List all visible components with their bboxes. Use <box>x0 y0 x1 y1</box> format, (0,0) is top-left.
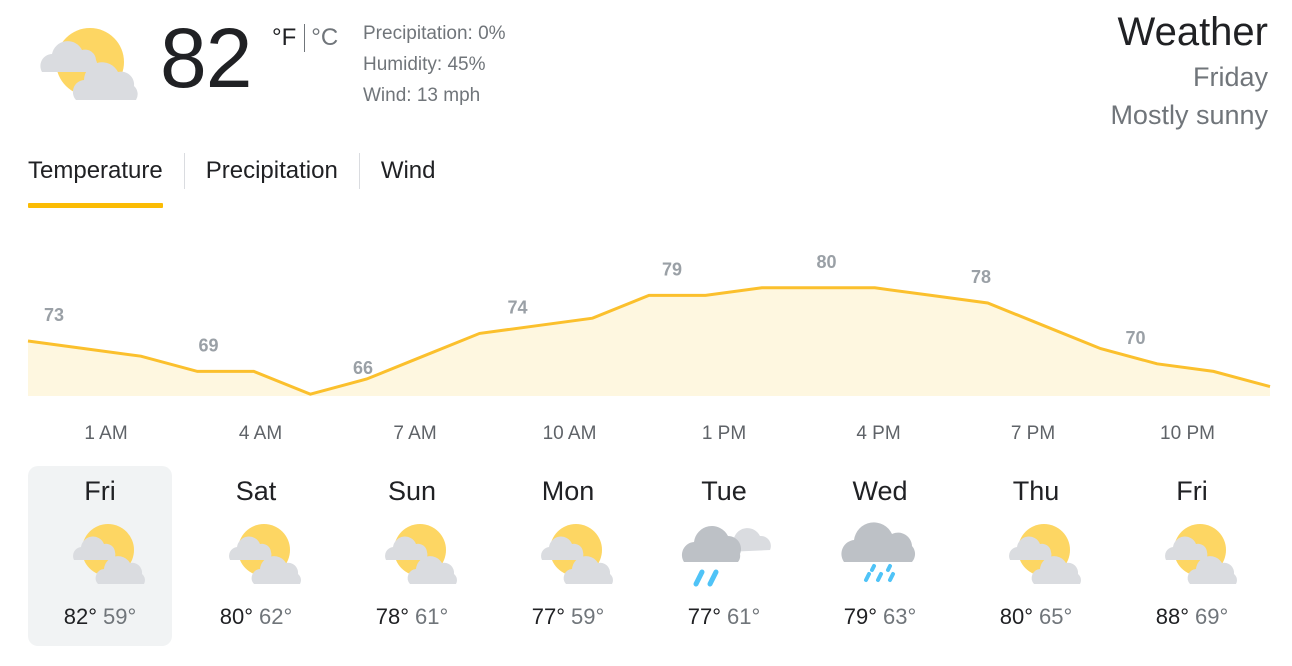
chart-time-label: 4 PM <box>856 423 900 444</box>
partly-sunny-icon <box>229 524 301 584</box>
tab-wind[interactable]: Wind <box>381 146 436 208</box>
partly-sunny-icon <box>73 524 145 584</box>
unit-divider <box>304 24 306 52</box>
day-name: Tue <box>701 476 747 506</box>
day-low: 63° <box>883 604 917 629</box>
day-low: 61° <box>415 604 449 629</box>
chart-time-label: 10 AM <box>543 423 597 444</box>
current-details: Precipitation: 0% Humidity: 45% Wind: 13… <box>363 18 506 111</box>
tab-divider <box>183 153 185 189</box>
unit-toggle: °F °C <box>272 20 338 56</box>
day-card[interactable]: Wed 79° 63° <box>808 466 952 646</box>
chart-value-label: 74 <box>507 297 527 317</box>
current-temperature: 82 <box>160 11 252 105</box>
day-name: Sun <box>387 476 437 506</box>
day-card[interactable]: Sat 80° 62° <box>184 466 328 646</box>
partly-sunny-icon <box>1009 524 1081 584</box>
day-high: 88° <box>1155 604 1189 629</box>
day-temps: 88° 69° <box>1120 604 1264 630</box>
day-high: 79° <box>843 604 877 629</box>
time-labels: 1 AM 4 AM 7 AM 10 AM 1 PM 4 PM 7 PM 10 PM <box>84 423 1215 444</box>
day-name: Sat <box>235 476 277 506</box>
weather-day: Friday <box>1192 62 1268 92</box>
wind-text: Wind: 13 mph <box>363 85 481 106</box>
day-high: 77° <box>687 604 721 629</box>
chart-value-label: 69 <box>198 335 218 355</box>
chart-value-label: 70 <box>1125 328 1145 348</box>
chart-value-label: 78 <box>971 267 991 287</box>
day-low: 61° <box>727 604 761 629</box>
day-temps: 77° 61° <box>652 604 796 630</box>
showers-icon <box>681 526 771 587</box>
partly-sunny-icon <box>1165 524 1237 584</box>
tab-precipitation[interactable]: Precipitation <box>206 146 338 208</box>
weather-condition: Mostly sunny <box>1110 100 1268 130</box>
day-name: Wed <box>852 476 908 506</box>
day-temps: 77° 59° <box>496 604 640 630</box>
temperature-line <box>27 286 1271 396</box>
day-card[interactable]: Sun 78° 61° <box>340 466 484 646</box>
unit-celsius[interactable]: °C <box>311 20 338 56</box>
day-low: 59° <box>103 604 137 629</box>
partly-sunny-icon <box>40 28 138 100</box>
unit-fahrenheit[interactable]: °F <box>272 20 296 56</box>
value-labels: 73 69 66 74 79 80 78 70 <box>44 252 1146 378</box>
day-high: 77° <box>531 604 565 629</box>
chart-time-label: 1 AM <box>84 423 127 444</box>
day-temps: 82° 59° <box>28 604 172 630</box>
chart-value-label: 66 <box>353 358 373 378</box>
day-low: 69° <box>1195 604 1229 629</box>
day-temps: 80° 65° <box>964 604 1108 630</box>
chart-time-label: 1 PM <box>702 423 746 444</box>
chart-tabs: Temperature Precipitation Wind <box>28 146 436 208</box>
day-name: Mon <box>541 476 595 506</box>
humidity-text: Humidity: 45% <box>363 54 486 75</box>
temperature-area <box>28 287 1270 396</box>
day-temps: 79° 63° <box>808 604 952 630</box>
chart-value-label: 80 <box>816 252 836 272</box>
daily-forecast: Fri 82°59° Sat 80°62° Sun 78°61° Mon <box>28 466 1276 646</box>
day-low: 59° <box>571 604 605 629</box>
chart-time-label: 10 PM <box>1160 423 1215 444</box>
day-name: Thu <box>1012 476 1060 506</box>
weather-title: Weather <box>1117 10 1268 54</box>
partly-sunny-icon <box>541 524 613 584</box>
day-low: 62° <box>259 604 293 629</box>
weather-heading: Weather Friday Mostly sunny <box>1110 6 1268 134</box>
day-temps: 80° 62° <box>184 604 328 630</box>
chart-value-label: 79 <box>662 259 682 279</box>
day-high: 82° <box>63 604 97 629</box>
rain-icon <box>841 522 916 582</box>
chart-time-label: 4 AM <box>239 423 282 444</box>
day-card[interactable]: Thu 80° 65° <box>964 466 1108 646</box>
day-name: Fri <box>1176 476 1208 506</box>
day-temps: 78° 61° <box>340 604 484 630</box>
day-card[interactable]: Mon 77° 59° <box>496 466 640 646</box>
day-card[interactable]: Tue 77° 61° <box>652 466 796 646</box>
day-name: Fri <box>84 476 116 506</box>
day-card[interactable]: Fri 82° 59° <box>28 466 172 646</box>
precipitation-text: Precipitation: 0% <box>363 23 506 44</box>
chart-time-label: 7 AM <box>393 423 436 444</box>
partly-sunny-icon <box>385 524 457 584</box>
day-high: 80° <box>999 604 1033 629</box>
day-low: 65° <box>1039 604 1073 629</box>
day-card[interactable]: Fri 88° 69° <box>1120 466 1264 646</box>
chart-value-label: 73 <box>44 305 64 325</box>
chart-time-label: 7 PM <box>1011 423 1055 444</box>
day-high: 80° <box>219 604 253 629</box>
day-high: 78° <box>375 604 409 629</box>
tab-temperature[interactable]: Temperature <box>28 146 163 208</box>
tab-divider <box>358 153 360 189</box>
